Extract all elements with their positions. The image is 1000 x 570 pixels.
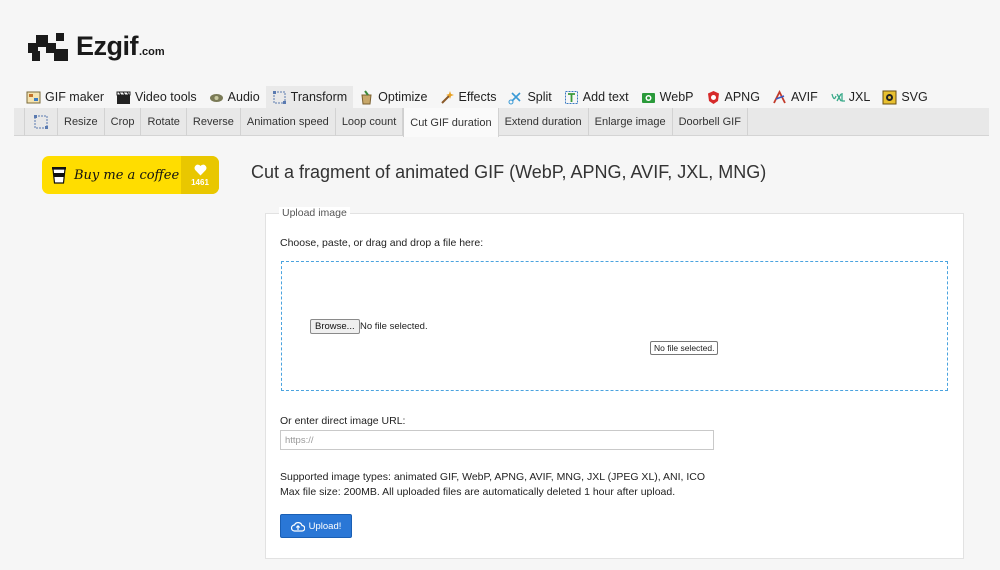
webp-icon — [641, 90, 656, 105]
subnav-enlarge-image[interactable]: Enlarge image — [589, 108, 673, 136]
transform-icon — [272, 90, 287, 105]
no-file-selected-text: No file selected. — [360, 321, 428, 332]
page-title: Cut a fragment of animated GIF (WebP, AP… — [251, 162, 767, 182]
nav-label: Split — [527, 90, 552, 104]
nav-label: Transform — [290, 90, 348, 104]
nav-gif-maker[interactable]: GIF maker — [20, 86, 110, 108]
nav-apng[interactable]: APNG — [700, 86, 766, 108]
subnav-crop[interactable]: Crop — [105, 108, 142, 136]
effects-wand-icon — [439, 90, 455, 105]
jxl-icon — [830, 90, 845, 105]
nav-effects[interactable]: Effects — [433, 86, 502, 108]
subnav-doorbell-gif[interactable]: Doorbell GIF — [673, 108, 748, 136]
logo-suffix: .com — [139, 46, 165, 58]
transform-sub-nav: Resize Crop Rotate Reverse Animation spe… — [14, 108, 989, 137]
max-file-size-text: Max file size: 200MB. All uploaded files… — [280, 486, 676, 498]
subnav-rotate[interactable]: Rotate — [141, 108, 187, 136]
nav-video-tools[interactable]: Video tools — [110, 86, 203, 108]
apng-icon — [706, 90, 721, 105]
upload-button-label: Upload! — [308, 520, 342, 532]
nav-label: AVIF — [790, 90, 818, 104]
nav-svg[interactable]: SVG — [876, 86, 933, 108]
coffee-label: Buy me a coffee — [74, 167, 180, 183]
subnav-cut-gif-duration[interactable]: Cut GIF duration — [403, 108, 499, 137]
add-text-icon — [564, 90, 579, 105]
transform-icon — [34, 115, 48, 129]
split-scissors-icon — [508, 90, 523, 105]
nav-optimize[interactable]: Optimize — [353, 86, 433, 108]
audio-icon — [209, 90, 224, 105]
nav-label: Audio — [227, 90, 260, 104]
nav-label: Add text — [582, 90, 629, 104]
main-nav: GIF maker Video tools Audio Transform Op… — [20, 86, 934, 108]
nav-transform[interactable]: Transform — [265, 86, 354, 108]
subnav-animation-speed[interactable]: Animation speed — [241, 108, 336, 136]
nav-label: GIF maker — [45, 90, 105, 104]
cloud-upload-icon — [290, 521, 305, 532]
choose-file-label: Choose, paste, or drag and drop a file h… — [280, 237, 484, 249]
nav-webp[interactable]: WebP — [635, 86, 700, 108]
subnav-reverse[interactable]: Reverse — [187, 108, 241, 136]
subnav-loop-count[interactable]: Loop count — [336, 108, 404, 136]
url-label: Or enter direct image URL: — [280, 415, 406, 427]
nav-label: JXL — [848, 90, 871, 104]
svg-icon — [882, 90, 897, 105]
upload-legend: Upload image — [279, 207, 350, 219]
subnav-resize[interactable]: Resize — [58, 108, 105, 136]
coffee-main: Buy me a coffee — [42, 156, 181, 194]
upload-button[interactable]: Upload! — [280, 514, 352, 538]
image-url-input[interactable] — [280, 430, 714, 450]
supported-types-text: Supported image types: animated GIF, Web… — [280, 471, 706, 483]
nav-label: Optimize — [378, 90, 428, 104]
nav-jxl[interactable]: JXL — [824, 86, 877, 108]
nav-audio[interactable]: Audio — [203, 86, 266, 108]
nav-split[interactable]: Split — [502, 86, 557, 108]
ezgif-logo-icon — [28, 33, 68, 61]
optimize-icon — [359, 89, 374, 105]
coffee-count: 1461 — [191, 177, 209, 187]
buy-me-a-coffee-button[interactable]: Buy me a coffee 1461 — [42, 156, 219, 194]
subnav-transform-home[interactable] — [24, 108, 58, 136]
nav-label: WebP — [659, 90, 694, 104]
heart-icon — [194, 164, 206, 175]
nav-add-text[interactable]: Add text — [558, 86, 635, 108]
nav-label: Effects — [458, 90, 497, 104]
nav-label: APNG — [724, 90, 760, 104]
nav-label: SVG — [901, 90, 928, 104]
site-logo[interactable]: Ezgif .com — [28, 29, 165, 61]
logo-text: Ezgif — [76, 31, 139, 61]
nav-label: Video tools — [135, 90, 197, 104]
browse-button[interactable]: Browse... — [310, 319, 360, 334]
coffee-cup-icon — [52, 167, 66, 184]
gif-maker-icon — [26, 90, 41, 105]
nav-avif[interactable]: AVIF — [766, 86, 824, 108]
file-input-tooltip: No file selected. — [650, 341, 719, 355]
subnav-extend-duration[interactable]: Extend duration — [499, 108, 589, 136]
clapperboard-icon — [116, 90, 131, 105]
coffee-counter: 1461 — [181, 156, 219, 194]
avif-icon — [772, 89, 787, 105]
